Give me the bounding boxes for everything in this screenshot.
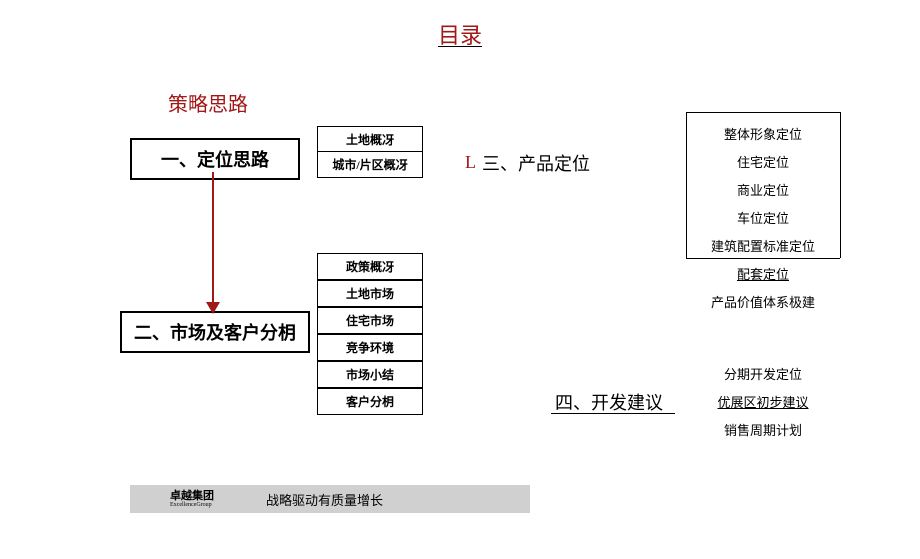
- product-item-standard: 建筑配置标准定位: [693, 236, 833, 255]
- product-item-parking: 车位定位: [693, 208, 833, 227]
- product-item-value: 产品价值体系极建: [693, 292, 833, 311]
- flow-arrow-head: [206, 302, 220, 314]
- title-underline: [438, 46, 482, 47]
- sub-box-land-overview: 土地概冴: [317, 126, 423, 153]
- bracket-top: [686, 112, 840, 113]
- flow-arrow-line: [212, 172, 214, 305]
- section-4-underline: [551, 413, 675, 414]
- dev-item-sales: 销售周期计划: [693, 420, 833, 439]
- main-box-market: 二、市场及客户分枂: [120, 311, 310, 353]
- sub-box-summary: 市场小结: [317, 361, 423, 388]
- footer-company-en: ExcellenceGroup: [170, 502, 214, 509]
- sub-box-competition: 竞争环境: [317, 334, 423, 361]
- section-4-heading: 四、开发建议: [555, 389, 663, 415]
- product-item-image: 整体形象定位: [693, 124, 833, 143]
- dev-item-exhibition: 优展区初步建议: [693, 392, 833, 411]
- footer-company-name: 卓越集团: [170, 490, 214, 502]
- bracket-right: [840, 112, 841, 258]
- main-box-positioning: 一、定位思路: [130, 138, 300, 180]
- section-3-heading: 三、产品定位: [482, 150, 590, 176]
- product-item-residential: 住宅定位: [693, 152, 833, 171]
- bracket-bottom: [686, 258, 840, 259]
- section-3-prefix: L: [465, 152, 476, 173]
- footer-company: 卓越集团 ExcellenceGroup: [170, 490, 214, 509]
- sub-box-policy: 政策概冴: [317, 253, 423, 280]
- bracket-left: [686, 112, 687, 258]
- dev-item-phasing: 分期开发定位: [693, 364, 833, 383]
- sub-box-customer: 客户分枂: [317, 388, 423, 415]
- sub-box-land-market: 土地市场: [317, 280, 423, 307]
- subtitle: 策略思路: [168, 88, 248, 117]
- sub-box-city-overview: 城市/片区概冴: [317, 151, 423, 178]
- footer-slogan: 战略驱动有质量增长: [266, 490, 383, 509]
- footer-bar: 卓越集团 ExcellenceGroup 战略驱动有质量增长: [130, 485, 530, 513]
- product-item-commercial: 商业定位: [693, 180, 833, 199]
- product-item-facilities: 配套定位: [693, 264, 833, 283]
- sub-box-residential: 住宅市场: [317, 307, 423, 334]
